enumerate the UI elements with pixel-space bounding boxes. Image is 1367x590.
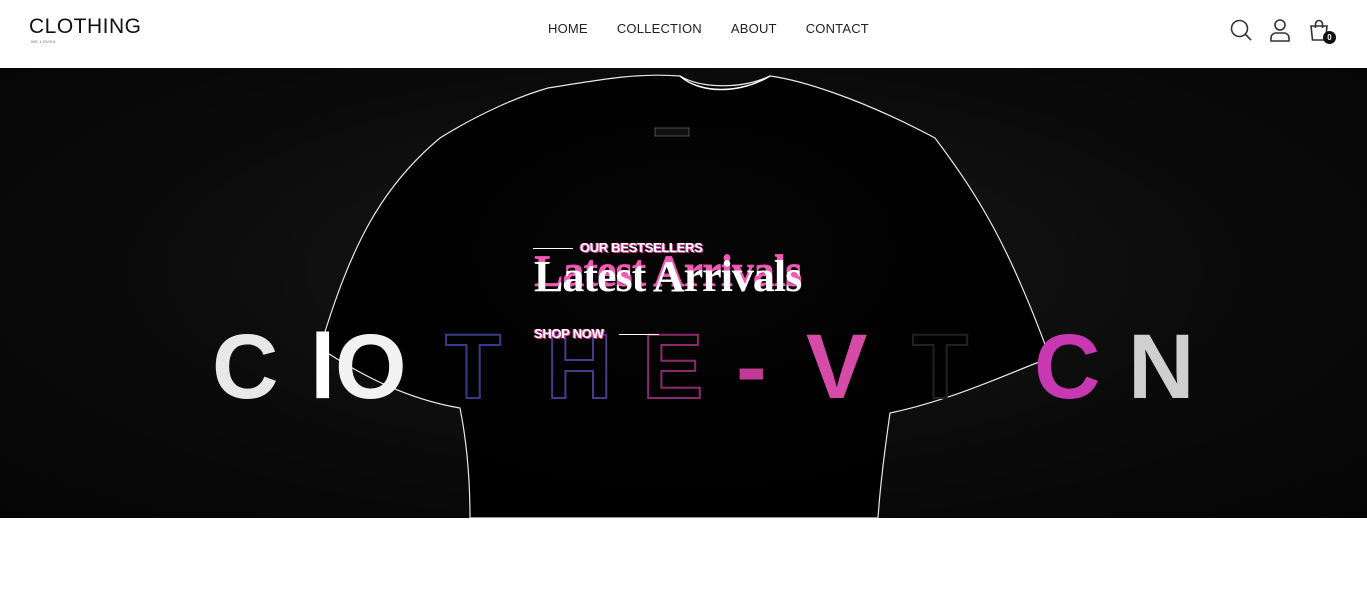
search-icon[interactable] [1229,18,1253,42]
backdrop-letter-e: E [642,316,703,418]
page-content-area [0,518,1367,590]
nav-collection[interactable]: COLLECTION [617,21,702,36]
nav-home[interactable]: HOME [548,21,588,36]
backdrop-letter-t: T [445,316,501,418]
backdrop-letter-o2: C [1034,316,1100,418]
cta-divider [619,334,659,335]
nav-contact[interactable]: CONTACT [806,21,869,36]
backdrop-letter-n: N [1128,316,1194,418]
backdrop-letter-c: C [212,316,278,418]
backdrop-letter-t2: T [912,316,968,418]
backdrop-letter-v: V [806,316,867,418]
header-icons: 0 [1229,18,1349,46]
backdrop-letter-o: O [335,316,407,418]
nav-about[interactable]: ABOUT [731,21,777,36]
eyebrow-divider [533,248,573,249]
backdrop-letter-dash: - [736,316,767,418]
shop-now-button[interactable]: SHOP NOW [534,326,604,341]
cart-count-badge: 0 [1323,31,1336,44]
hero-banner: C l O T H E - V T C N OUR BESTSELLERS La… [0,68,1367,518]
user-icon[interactable] [1268,18,1292,42]
logo-tagline: WE LOVEA [31,39,56,44]
main-nav: HOME COLLECTION ABOUT CONTACT [548,21,869,36]
logo-wordmark: CLOTHING [29,15,142,38]
hero-headline: Latest Arrivals [534,252,802,301]
backdrop-letter-l: l [310,316,336,418]
site-header: CLOTHING WE LOVEA HOME COLLECTION ABOUT … [0,0,1367,68]
logo[interactable]: CLOTHING WE LOVEA [29,15,142,45]
